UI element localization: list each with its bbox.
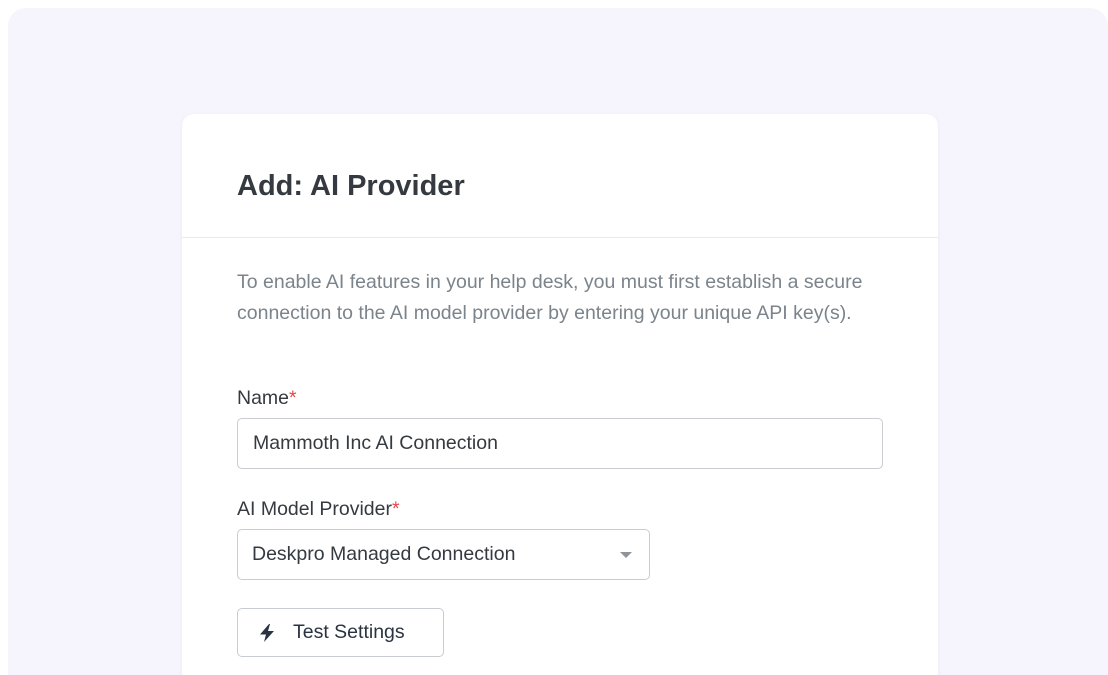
- test-settings-button[interactable]: Test Settings: [237, 608, 444, 657]
- test-settings-label: Test Settings: [293, 621, 405, 643]
- provider-required-marker: *: [391, 498, 400, 520]
- name-label-text: Name: [237, 387, 290, 409]
- lightning-bolt-icon: [260, 623, 274, 642]
- page-background: Add: AI Provider To enable AI features i…: [8, 8, 1108, 675]
- card-header: Add: AI Provider: [182, 114, 938, 238]
- name-required-marker: *: [289, 387, 297, 409]
- name-label: Name*: [237, 387, 297, 409]
- provider-label-text: AI Model Provider: [237, 498, 392, 520]
- caret-down-icon: [620, 551, 632, 558]
- add-ai-provider-card: Add: AI Provider To enable AI features i…: [182, 114, 938, 675]
- provider-selected-value: Deskpro Managed Connection: [252, 543, 516, 565]
- page-title: Add: AI Provider: [237, 170, 465, 202]
- name-input[interactable]: [237, 418, 883, 469]
- ai-model-provider-select[interactable]: Deskpro Managed Connection: [237, 529, 650, 580]
- provider-label: AI Model Provider*: [237, 498, 400, 520]
- intro-text: To enable AI features in your help desk,…: [237, 271, 863, 324]
